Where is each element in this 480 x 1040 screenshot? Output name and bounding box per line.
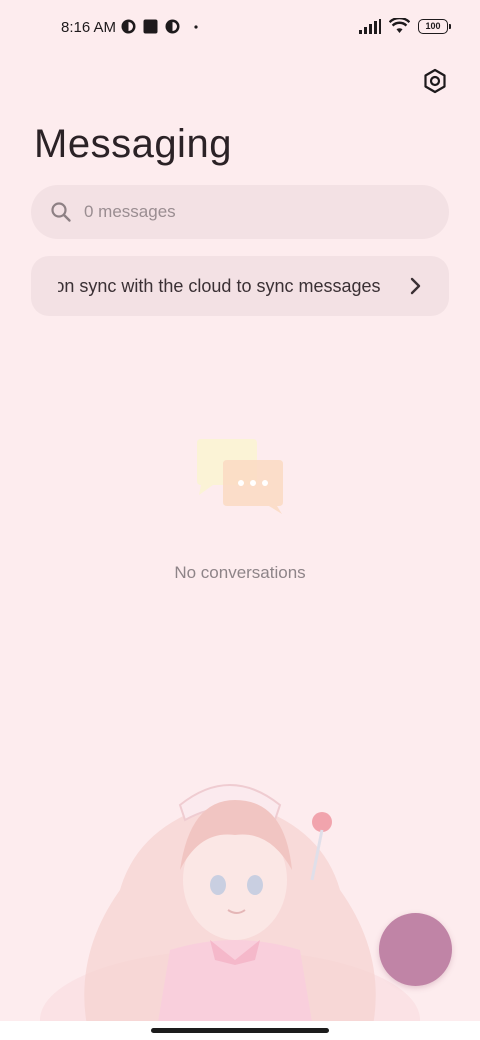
status-time: 8:16 AM bbox=[61, 19, 117, 36]
notification-square-icon bbox=[143, 19, 158, 34]
page-title: Messaging bbox=[34, 122, 232, 166]
wifi-icon bbox=[389, 18, 410, 33]
status-bar: 8:16 AM 100 bbox=[0, 0, 480, 56]
decorative-character-illustration bbox=[40, 784, 420, 1040]
home-indicator[interactable] bbox=[151, 1028, 329, 1033]
notification-icons bbox=[121, 19, 202, 34]
search-input[interactable]: 0 messages bbox=[31, 185, 449, 239]
chevron-right-icon bbox=[410, 277, 421, 295]
sync-text-container: Turn on sync with the cloud to sync mess… bbox=[58, 274, 394, 298]
settings-gear-icon bbox=[424, 68, 446, 94]
notification-app-icon bbox=[121, 19, 136, 34]
chat-bubbles-icon bbox=[197, 439, 283, 514]
cloud-sync-banner[interactable]: Turn on sync with the cloud to sync mess… bbox=[31, 256, 449, 316]
notification-app-icon-2 bbox=[165, 19, 180, 34]
battery-indicator: 100 bbox=[418, 18, 451, 34]
notification-dot-icon bbox=[194, 25, 198, 29]
search-icon bbox=[51, 202, 71, 222]
empty-state-text: No conversations bbox=[174, 563, 306, 582]
settings-button[interactable] bbox=[420, 66, 450, 96]
signal-icon bbox=[359, 18, 381, 34]
search-placeholder: 0 messages bbox=[84, 202, 176, 221]
system-icons: 100 bbox=[359, 18, 451, 34]
compose-button[interactable] bbox=[379, 913, 452, 986]
sync-banner-text: Turn on sync with the cloud to sync mess… bbox=[58, 276, 381, 296]
